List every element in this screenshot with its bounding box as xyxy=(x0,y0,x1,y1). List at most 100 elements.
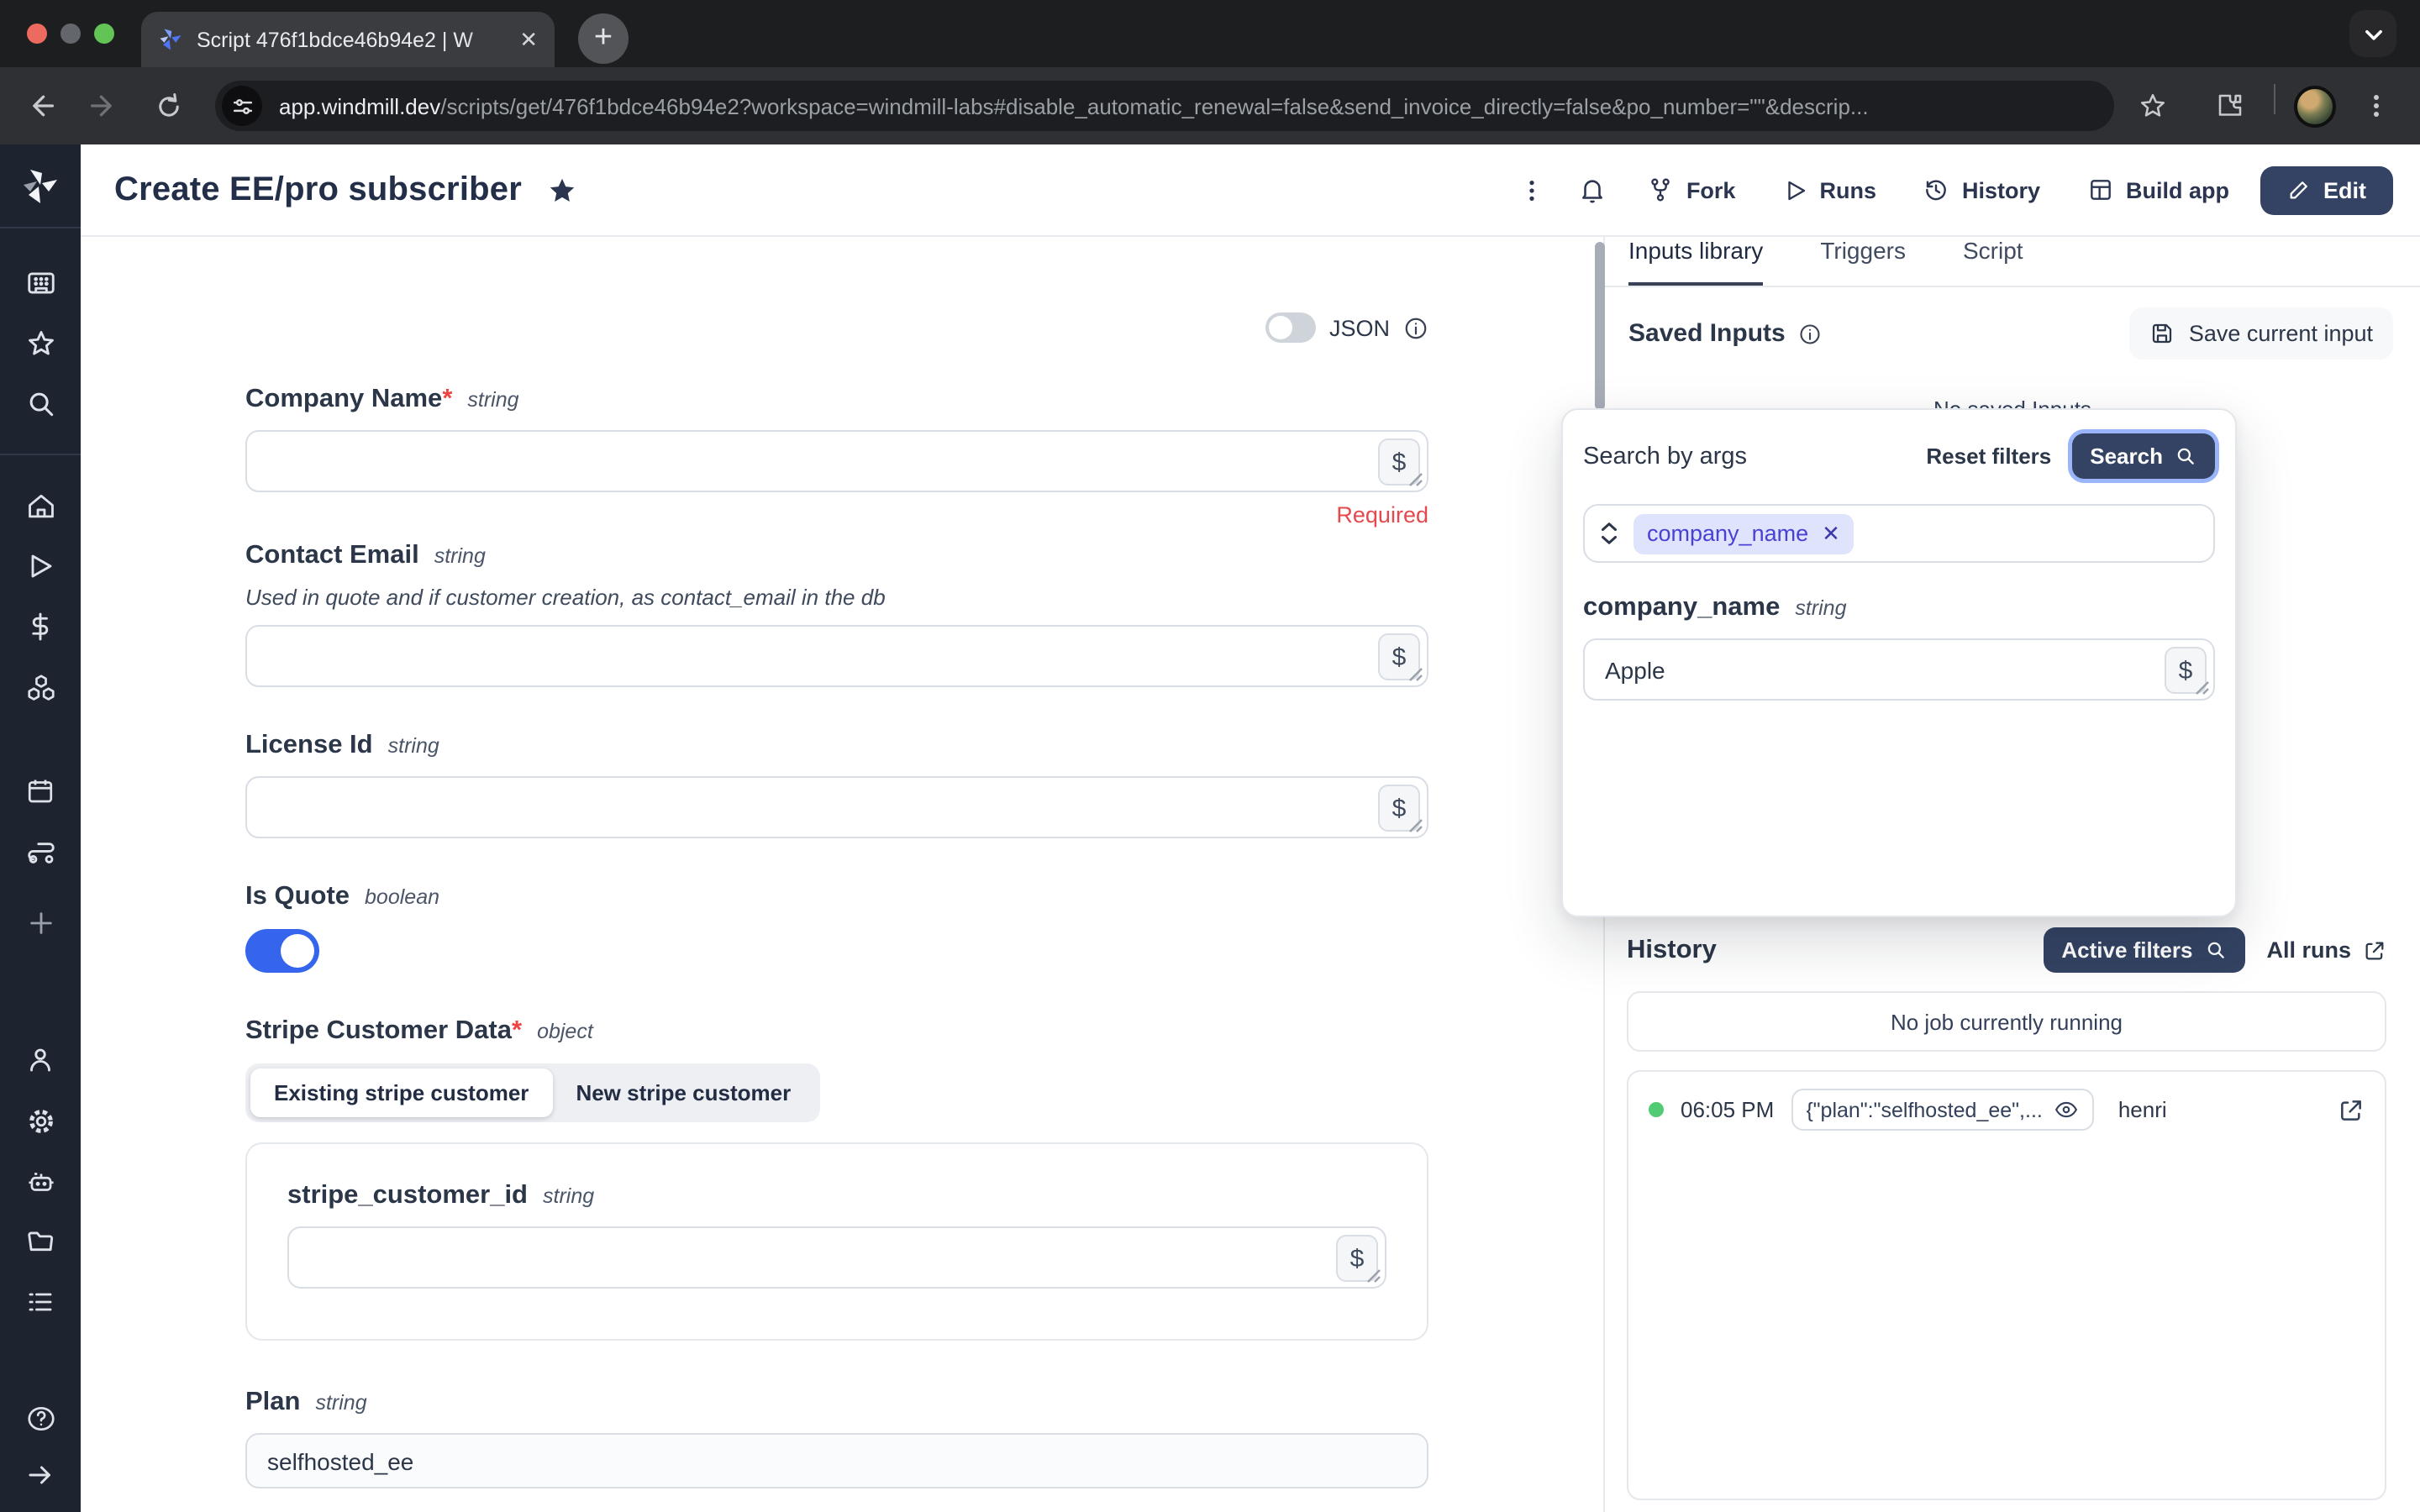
sidebar-item-add-icon[interactable] xyxy=(24,906,57,939)
sidebar-item-schedules-icon[interactable] xyxy=(24,774,57,808)
contact-email-description: Used in quote and if customer creation, … xyxy=(245,585,1428,610)
tab-close-icon[interactable]: ✕ xyxy=(519,26,538,53)
sidebar-item-workspace[interactable] xyxy=(24,265,57,299)
sidebar-item-search-icon[interactable] xyxy=(24,386,57,420)
run-success-dot xyxy=(1649,1102,1664,1117)
sidebar-item-settings-gear-icon[interactable] xyxy=(24,1104,57,1137)
traffic-minimize-button[interactable] xyxy=(60,24,81,44)
chevron-up-down-icon[interactable] xyxy=(1598,521,1620,546)
sidebar-item-billing-icon[interactable] xyxy=(24,610,57,643)
popup-field-input[interactable]: Apple xyxy=(1585,640,2213,699)
saved-inputs-info-icon[interactable] xyxy=(1799,322,1823,345)
panel-resize-handle[interactable] xyxy=(1595,242,1605,410)
field-type-stripe-customer-id: string xyxy=(543,1184,594,1208)
reset-filters-link[interactable]: Reset filters xyxy=(1926,444,2051,469)
sidebar-item-logs-list-icon[interactable] xyxy=(24,1285,57,1319)
stripe-customer-id-input[interactable] xyxy=(289,1228,1385,1287)
license-id-input[interactable] xyxy=(247,778,1427,837)
company-name-required-error: Required xyxy=(245,502,1428,528)
back-button[interactable] xyxy=(24,89,57,123)
new-tab-button[interactable]: + xyxy=(578,13,629,64)
site-settings-icon[interactable] xyxy=(222,86,262,126)
profile-avatar[interactable] xyxy=(2294,84,2336,128)
resize-grip-icon[interactable] xyxy=(1408,472,1423,487)
edit-button[interactable]: Edit xyxy=(2260,165,2393,214)
traffic-zoom-button[interactable] xyxy=(94,24,114,44)
sidebar-item-users-icon[interactable] xyxy=(24,1043,57,1077)
app-header: Create EE/pro subscriber Fork Runs Histo… xyxy=(81,144,2420,237)
no-job-running-box: No job currently running xyxy=(1627,991,2386,1052)
run-open-external-icon[interactable] xyxy=(2338,1096,2365,1123)
tab-title: Script 476f1bdce46b94e2 | W xyxy=(197,28,506,51)
contact-email-input-box: $ xyxy=(245,625,1428,687)
bookmark-star-button[interactable] xyxy=(2138,84,2168,128)
runs-button[interactable]: Runs xyxy=(1765,167,1893,213)
extensions-icon[interactable] xyxy=(2215,84,2245,128)
search-button[interactable]: Search xyxy=(2071,433,2215,479)
resize-grip-icon[interactable] xyxy=(2195,680,2210,696)
fork-button[interactable]: Fork xyxy=(1631,166,1753,213)
tab-overflow-chevron-button[interactable] xyxy=(2349,10,2396,57)
sidebar-item-folders-icon[interactable] xyxy=(24,1225,57,1258)
url-bar[interactable]: app.windmill.dev/scripts/get/476f1bdce46… xyxy=(215,81,2114,131)
header-kebab-menu[interactable] xyxy=(1510,167,1555,213)
edit-button-label: Edit xyxy=(2323,177,2366,202)
json-toggle-label: JSON xyxy=(1329,315,1390,340)
args-multiselect[interactable]: company_name ✕ xyxy=(1583,504,2215,563)
tab-existing-stripe-customer[interactable]: Existing stripe customer xyxy=(250,1068,552,1117)
forward-button[interactable] xyxy=(87,89,121,123)
browser-tab[interactable]: Script 476f1bdce46b94e2 | W ✕ xyxy=(141,12,555,67)
tab-inputs-library[interactable]: Inputs library xyxy=(1628,237,1763,286)
windmill-logo-icon[interactable] xyxy=(18,165,62,208)
all-runs-label: All runs xyxy=(2266,937,2351,963)
favorite-star-icon[interactable] xyxy=(545,174,577,206)
reload-button[interactable] xyxy=(151,89,185,123)
search-by-args-popup: Search by args Reset filters Search comp… xyxy=(1561,408,2237,917)
sidebar-item-flows-icon[interactable] xyxy=(24,835,57,869)
app-sidebar xyxy=(0,144,81,1512)
active-filters-button[interactable]: Active filters xyxy=(2043,927,2244,973)
run-user: henri xyxy=(2118,1097,2167,1122)
sidebar-collapse-arrow-icon[interactable] xyxy=(24,1458,57,1492)
company-name-input[interactable] xyxy=(247,432,1427,491)
resize-grip-icon[interactable] xyxy=(1408,667,1423,682)
history-button[interactable]: History xyxy=(1907,166,2057,213)
tab-new-stripe-customer[interactable]: New stripe customer xyxy=(552,1068,814,1117)
script-form-area: JSON Company Name* string $ Required Con… xyxy=(81,237,1605,1512)
chip-remove-icon[interactable]: ✕ xyxy=(1822,520,1840,547)
stripe-customer-object-card: stripe_customer_id string $ xyxy=(245,1142,1428,1341)
plan-input[interactable] xyxy=(245,1433,1428,1488)
field-type-contact-email: string xyxy=(434,544,486,568)
all-runs-link[interactable]: All runs xyxy=(2266,937,2386,963)
license-id-input-box: $ xyxy=(245,776,1428,838)
sidebar-item-runs-icon[interactable] xyxy=(24,549,57,583)
traffic-close-button[interactable] xyxy=(27,24,47,44)
selected-arg-chip[interactable]: company_name ✕ xyxy=(1634,513,1854,554)
resize-grip-icon[interactable] xyxy=(1408,818,1423,833)
run-args-pill[interactable]: {"plan":"selfhosted_ee",... xyxy=(1791,1089,2095,1131)
tab-triggers[interactable]: Triggers xyxy=(1820,237,1906,286)
sidebar-help-icon[interactable] xyxy=(24,1401,57,1435)
json-info-icon[interactable] xyxy=(1403,315,1428,340)
popup-field-type: string xyxy=(1795,596,1846,620)
sidebar-item-favorites-star-icon[interactable] xyxy=(24,326,57,360)
is-quote-toggle[interactable] xyxy=(245,929,319,973)
sidebar-item-resources-icon[interactable] xyxy=(24,670,57,704)
notifications-bell-icon[interactable] xyxy=(1569,165,1618,214)
sidebar-item-ai-robot-icon[interactable] xyxy=(24,1164,57,1198)
json-toggle[interactable] xyxy=(1265,312,1316,343)
stripe-customer-segmented-control: Existing stripe customer New stripe cust… xyxy=(245,1063,819,1122)
search-icon xyxy=(2175,445,2196,467)
search-button-label: Search xyxy=(2090,444,2163,469)
build-app-button[interactable]: Build app xyxy=(2070,166,2246,213)
sidebar-divider xyxy=(0,454,81,455)
resize-grip-icon[interactable] xyxy=(1366,1268,1381,1284)
contact-email-input[interactable] xyxy=(247,627,1427,685)
browser-menu-kebab-icon[interactable] xyxy=(2363,84,2390,128)
history-run-row[interactable]: 06:05 PM {"plan":"selfhosted_ee",... hen… xyxy=(1649,1089,2365,1131)
save-current-input-button[interactable]: Save current input xyxy=(2130,307,2393,360)
eye-icon[interactable] xyxy=(2054,1097,2080,1122)
field-type-license-id: string xyxy=(388,734,439,758)
sidebar-item-home-icon[interactable] xyxy=(24,489,57,522)
tab-script[interactable]: Script xyxy=(1963,237,2023,286)
